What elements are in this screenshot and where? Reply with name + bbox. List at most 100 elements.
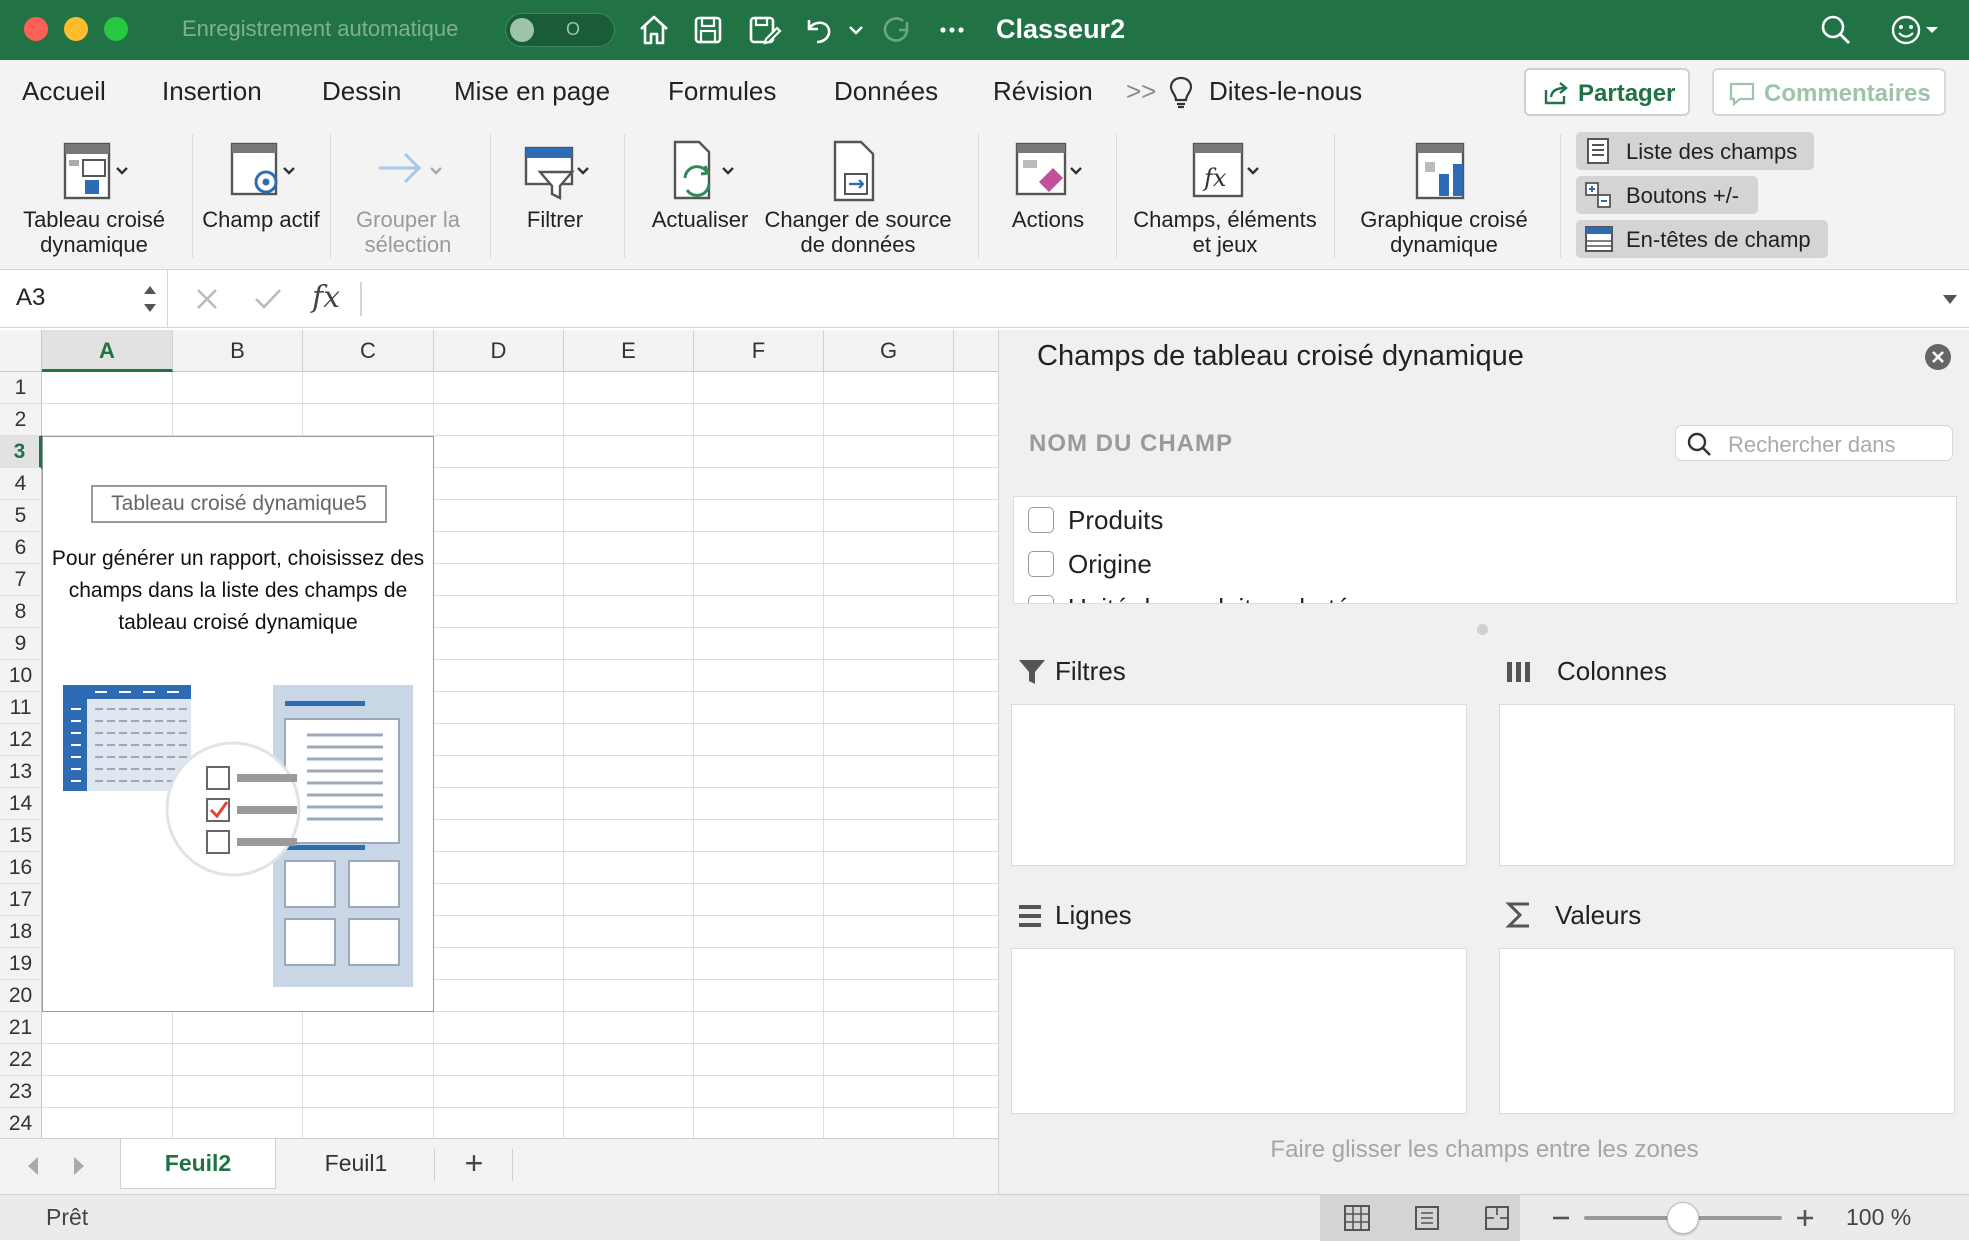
- field-label-unite[interactable]: Unité de produits achetés: [1068, 593, 1363, 603]
- row-header-11[interactable]: 11: [0, 692, 42, 724]
- row-header-22[interactable]: 22: [0, 1044, 42, 1076]
- row-header-21[interactable]: 21: [0, 1012, 42, 1044]
- sheet-tab-feuil2[interactable]: Feuil2: [120, 1139, 276, 1189]
- tell-me-search[interactable]: Dites-le-nous: [1209, 76, 1362, 107]
- pivot-table-placeholder[interactable]: Tableau croisé dynamique5 Pour générer u…: [42, 436, 434, 1012]
- row-header-17[interactable]: 17: [0, 884, 42, 916]
- field-checkbox-origine[interactable]: [1028, 551, 1054, 577]
- save-icon[interactable]: [690, 12, 726, 48]
- insert-function-button[interactable]: fx: [312, 280, 340, 315]
- name-box-stepper-icon[interactable]: [140, 280, 160, 318]
- save-as-icon[interactable]: [746, 12, 782, 48]
- column-header-c[interactable]: C: [303, 330, 434, 372]
- row-header-2[interactable]: 2: [0, 404, 42, 436]
- normal-view-icon[interactable]: [1342, 1203, 1372, 1233]
- more-commands-icon[interactable]: [934, 12, 970, 48]
- tab-mise-en-page[interactable]: Mise en page: [454, 76, 610, 107]
- field-search-input[interactable]: Rechercher dans: [1675, 425, 1953, 461]
- redo-icon[interactable]: [880, 12, 916, 48]
- formula-input[interactable]: [372, 280, 1912, 318]
- tab-accueil[interactable]: Accueil: [22, 76, 106, 107]
- feedback-chevron-icon[interactable]: [1922, 12, 1942, 48]
- row-header-19[interactable]: 19: [0, 948, 42, 980]
- page-break-view-icon[interactable]: [1482, 1203, 1512, 1233]
- field-headers-toggle[interactable]: En-têtes de champ: [1576, 220, 1828, 258]
- row-header-13[interactable]: 13: [0, 756, 42, 788]
- row-header-6[interactable]: 6: [0, 532, 42, 564]
- column-header-h-partial[interactable]: [954, 330, 998, 372]
- zoom-level[interactable]: 100 %: [1846, 1204, 1911, 1231]
- share-button[interactable]: Partager: [1524, 68, 1690, 116]
- actions-button[interactable]: Actions: [990, 124, 1106, 270]
- row-header-1[interactable]: 1: [0, 372, 42, 404]
- autosave-toggle[interactable]: O: [505, 13, 615, 47]
- comments-button[interactable]: Commentaires: [1712, 68, 1946, 116]
- search-icon[interactable]: [1818, 12, 1854, 48]
- fields-items-sets-button[interactable]: fx Champs, éléments et jeux: [1128, 124, 1322, 270]
- pivot-table-button[interactable]: Tableau croisé dynamique: [14, 124, 174, 270]
- home-icon[interactable]: [636, 12, 672, 48]
- close-window-button[interactable]: [24, 17, 48, 41]
- rows-drop-zone[interactable]: [1011, 948, 1467, 1114]
- row-header-15[interactable]: 15: [0, 820, 42, 852]
- row-header-9[interactable]: 9: [0, 628, 42, 660]
- row-header-18[interactable]: 18: [0, 916, 42, 948]
- row-header-23[interactable]: 23: [0, 1076, 42, 1108]
- minimize-window-button[interactable]: [64, 17, 88, 41]
- tab-revision[interactable]: Révision: [993, 76, 1093, 107]
- add-sheet-button[interactable]: +: [436, 1139, 512, 1189]
- more-tabs-chevron[interactable]: >>: [1126, 76, 1156, 107]
- group-selection-button[interactable]: Grouper la sélection: [340, 124, 476, 270]
- undo-dropdown-chevron-icon[interactable]: [840, 12, 876, 48]
- column-header-d[interactable]: D: [434, 330, 564, 372]
- filter-button[interactable]: Filtrer: [500, 124, 610, 270]
- close-pane-icon[interactable]: [1923, 342, 1953, 372]
- change-source-button[interactable]: Changer de source de données: [760, 124, 956, 270]
- confirm-entry-icon[interactable]: [252, 284, 284, 314]
- values-drop-zone[interactable]: [1499, 948, 1955, 1114]
- expand-formula-bar-chevron-icon[interactable]: [1940, 290, 1960, 308]
- plus-minus-buttons-toggle[interactable]: Boutons +/-: [1576, 176, 1758, 214]
- splitter-handle[interactable]: [1477, 624, 1488, 635]
- row-header-24[interactable]: 24: [0, 1108, 42, 1140]
- undo-icon[interactable]: [800, 12, 836, 48]
- row-header-8[interactable]: 8: [0, 596, 42, 628]
- feedback-smiley-icon[interactable]: [1888, 12, 1924, 48]
- tab-insertion[interactable]: Insertion: [162, 76, 262, 107]
- zoom-window-button[interactable]: [104, 17, 128, 41]
- zoom-in-icon[interactable]: [1794, 1207, 1816, 1229]
- active-field-button[interactable]: Champ actif: [202, 124, 320, 270]
- cancel-entry-icon[interactable]: [192, 284, 222, 314]
- select-all-corner[interactable]: [0, 330, 42, 372]
- row-header-4[interactable]: 4: [0, 468, 42, 500]
- pivot-chart-button[interactable]: Graphique croisé dynamique: [1346, 124, 1542, 270]
- row-header-16[interactable]: 16: [0, 852, 42, 884]
- field-label-produits[interactable]: Produits: [1068, 505, 1163, 536]
- name-box[interactable]: A3: [0, 270, 168, 328]
- field-label-origine[interactable]: Origine: [1068, 549, 1152, 580]
- row-header-7[interactable]: 7: [0, 564, 42, 596]
- row-header-14[interactable]: 14: [0, 788, 42, 820]
- columns-drop-zone[interactable]: [1499, 704, 1955, 866]
- sheet-tab-feuil1[interactable]: Feuil1: [278, 1139, 434, 1189]
- column-header-a[interactable]: A: [42, 330, 173, 372]
- tab-donnees[interactable]: Données: [834, 76, 938, 107]
- refresh-button[interactable]: Actualiser: [636, 124, 764, 270]
- filters-drop-zone[interactable]: [1011, 704, 1467, 866]
- next-sheet-icon[interactable]: [68, 1153, 90, 1179]
- tab-dessin[interactable]: Dessin: [322, 76, 401, 107]
- zoom-slider-knob[interactable]: [1667, 1202, 1699, 1234]
- row-header-3[interactable]: 3: [0, 436, 42, 468]
- row-header-12[interactable]: 12: [0, 724, 42, 756]
- row-header-5[interactable]: 5: [0, 500, 42, 532]
- column-header-g[interactable]: G: [824, 330, 954, 372]
- tab-formules[interactable]: Formules: [668, 76, 776, 107]
- previous-sheet-icon[interactable]: [22, 1153, 44, 1179]
- column-header-e[interactable]: E: [564, 330, 694, 372]
- field-checkbox-produits[interactable]: [1028, 507, 1054, 533]
- column-header-f[interactable]: F: [694, 330, 824, 372]
- field-list-toggle[interactable]: Liste des champs: [1576, 132, 1814, 170]
- row-header-20[interactable]: 20: [0, 980, 42, 1012]
- page-layout-view-icon[interactable]: [1412, 1203, 1442, 1233]
- column-header-b[interactable]: B: [173, 330, 303, 372]
